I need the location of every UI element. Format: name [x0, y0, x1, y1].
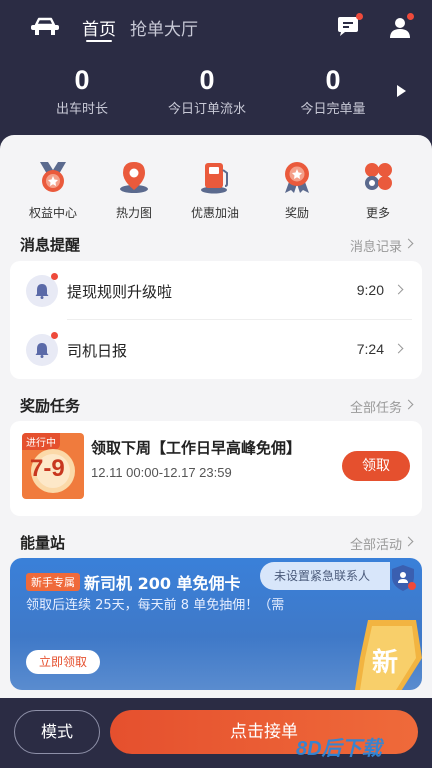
message-time: 9:20 [356, 282, 384, 298]
stat-drive-time: 0 出车时长 [22, 64, 142, 117]
watermark-logo: 8D后下载 [296, 738, 382, 760]
quick-item-reward[interactable]: 奖励 [262, 160, 332, 221]
message-text: 提现规则升级啦 [67, 283, 173, 301]
all-activities-label: 全部活动 [349, 538, 402, 553]
banner-title: 新司机 200 单免佣卡 [84, 574, 241, 593]
message-item[interactable]: 司机日报 7:24 [10, 320, 422, 378]
mode-button[interactable]: 模式 [14, 710, 100, 754]
quick-item-label: 热力图 [115, 206, 152, 220]
emergency-contact-prompt[interactable]: 未设置紧急联系人 [260, 562, 390, 590]
chevron-right-icon [393, 343, 404, 354]
tab-active-indicator [86, 40, 112, 42]
claim-button[interactable]: 领取 [342, 451, 410, 481]
location-pin-icon [120, 162, 148, 193]
all-tasks-link[interactable]: 全部任务 [350, 397, 402, 416]
message-icon[interactable] [336, 16, 360, 38]
messages-title: 消息提醒 [20, 236, 81, 254]
message-item[interactable]: 提现规则升级啦 9:20 [10, 261, 422, 320]
banner-tag: 新手专属 [26, 573, 80, 591]
quick-item-label: 权益中心 [28, 206, 77, 220]
stat-label: 今日订单流水 [167, 102, 246, 117]
medal-icon [40, 162, 66, 192]
tab-grab-orders[interactable]: 抢单大厅 [130, 15, 198, 40]
play-icon[interactable] [397, 85, 406, 97]
stat-value: 0 [325, 65, 341, 95]
tab-home[interactable]: 首页 [82, 15, 116, 40]
messages-history-link[interactable]: 消息记录 [350, 236, 402, 255]
gas-pump-icon [201, 163, 228, 194]
task-badge: 进行中 7-9 [22, 433, 84, 499]
stat-value: 0 [74, 65, 90, 95]
stat-value: 0 [199, 65, 215, 95]
task-card[interactable]: 进行中 7-9 领取下周【工作日早高峰免佣】 12.11 00:00-12.17… [10, 421, 422, 516]
more-grid-icon [365, 163, 392, 190]
unread-dot [51, 273, 58, 280]
stat-completed-orders: 0 今日完单量 [273, 64, 393, 117]
task-title: 领取下周【工作日早高峰免佣】 [91, 439, 302, 457]
user-unread-dot [407, 13, 414, 20]
stat-order-revenue: 0 今日订单流水 [147, 64, 267, 117]
top-bar: 首页 抢单大厅 [0, 0, 432, 56]
stat-label: 今日完单量 [300, 102, 366, 117]
quick-item-label: 优惠加油 [190, 206, 239, 220]
quick-item-fuel[interactable]: 优惠加油 [180, 160, 250, 221]
quick-item-benefits[interactable]: 权益中心 [18, 160, 88, 221]
stat-label: 出车时长 [55, 102, 108, 117]
chevron-right-icon [393, 284, 404, 295]
banner-description: 领取后连续 25天，每天前 8 单免抽佣！（需 [26, 598, 285, 613]
message-text: 司机日报 [67, 342, 128, 360]
quick-item-label: 奖励 [284, 206, 309, 220]
energy-title: 能量站 [20, 534, 66, 552]
task-badge-number: 7-9 [30, 455, 65, 482]
quick-item-label: 更多 [365, 206, 390, 220]
unread-dot [51, 332, 58, 339]
shield-alert-icon[interactable] [390, 564, 416, 592]
all-tasks-label: 全部任务 [349, 401, 402, 416]
reward-badge-icon [285, 162, 309, 193]
messages-card: 提现规则升级啦 9:20 司机日报 7:24 [10, 261, 422, 379]
message-time: 7:24 [356, 341, 384, 357]
car-icon[interactable] [30, 16, 60, 38]
message-unread-dot [356, 13, 363, 20]
task-date: 12.11 00:00-12.17 23:59 [91, 465, 232, 480]
quick-item-heatmap[interactable]: 热力图 [99, 160, 169, 221]
quick-item-more[interactable]: 更多 [343, 160, 413, 221]
all-activities-link[interactable]: 全部活动 [350, 534, 402, 553]
tasks-title: 奖励任务 [20, 397, 81, 415]
new-badge-text: 新 [372, 648, 399, 678]
claim-now-button[interactable]: 立即领取 [26, 650, 100, 674]
messages-history-label: 消息记录 [349, 240, 402, 255]
